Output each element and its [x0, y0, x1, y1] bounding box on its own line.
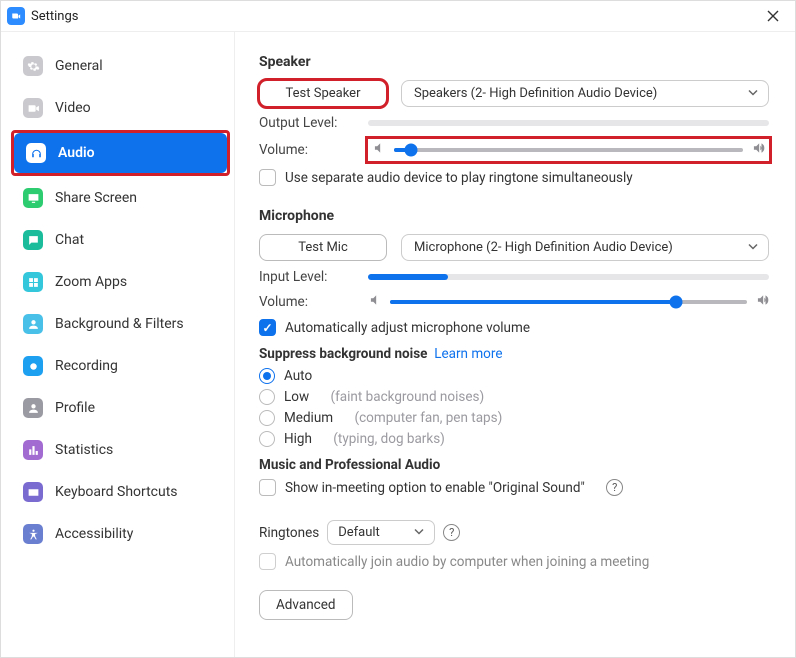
radio-icon — [259, 389, 275, 405]
sidebar-item-recording[interactable]: Recording — [11, 346, 230, 386]
volume-high-icon — [755, 293, 769, 311]
close-icon — [767, 10, 779, 22]
noise-option-hint: (faint background noises) — [330, 389, 484, 405]
noise-option-hint: (typing, dog barks) — [333, 431, 445, 447]
chevron-down-icon — [748, 86, 758, 101]
video-icon — [23, 98, 43, 118]
sidebar-item-statistics[interactable]: Statistics — [11, 430, 230, 470]
app-icon — [7, 7, 25, 25]
noise-option-label: Auto — [284, 368, 312, 384]
sidebar-item-label: Share Screen — [55, 190, 137, 206]
mic-volume-label: Volume: — [259, 294, 354, 310]
content-panel: Speaker Test Speaker Speakers (2- High D… — [235, 32, 795, 657]
volume-low-icon — [368, 293, 382, 311]
auto-join-audio-checkbox[interactable] — [259, 553, 276, 570]
stats-icon — [23, 440, 43, 460]
sidebar-item-label: Statistics — [55, 442, 113, 458]
apps-icon — [23, 272, 43, 292]
sidebar-item-label: Profile — [55, 400, 95, 416]
auto-join-audio-label: Automatically join audio by computer whe… — [285, 554, 649, 570]
test-mic-button[interactable]: Test Mic — [259, 234, 387, 261]
sidebar-item-general[interactable]: General — [11, 46, 230, 86]
volume-low-icon — [372, 141, 386, 159]
chevron-down-icon — [748, 240, 758, 255]
accessibility-icon — [23, 524, 43, 544]
user-filter-icon — [23, 314, 43, 334]
music-heading: Music and Professional Audio — [259, 457, 769, 473]
microphone-heading: Microphone — [259, 208, 769, 224]
noise-option-auto[interactable]: Auto — [259, 368, 769, 384]
sidebar-item-label: Keyboard Shortcuts — [55, 484, 178, 500]
mic-device-select[interactable]: Microphone (2- High Definition Audio Dev… — [401, 234, 769, 261]
speaker-device-value: Speakers (2- High Definition Audio Devic… — [414, 86, 657, 101]
sidebar-item-profile[interactable]: Profile — [11, 388, 230, 428]
sidebar-item-background[interactable]: Background & Filters — [11, 304, 230, 344]
original-sound-label: Show in-meeting option to enable "Origin… — [285, 480, 585, 496]
noise-heading: Suppress background noise — [259, 346, 427, 362]
chevron-down-icon — [414, 525, 424, 540]
sidebar-item-label: General — [55, 58, 103, 74]
sidebar-item-zoom-apps[interactable]: Zoom Apps — [11, 262, 230, 302]
noise-option-high[interactable]: High (typing, dog barks) — [259, 431, 769, 447]
sidebar-item-label: Audio — [58, 145, 95, 161]
sidebar: General Video Audio Share Screen Chat — [1, 32, 235, 657]
sidebar-item-label: Recording — [55, 358, 118, 374]
sidebar-item-chat[interactable]: Chat — [11, 220, 230, 260]
share-screen-icon — [23, 188, 43, 208]
noise-option-low[interactable]: Low (faint background noises) — [259, 389, 769, 405]
radio-icon — [259, 410, 275, 426]
record-icon — [23, 356, 43, 376]
output-level-label: Output Level: — [259, 115, 354, 131]
window-title: Settings — [31, 9, 78, 24]
auto-adjust-mic-label: Automatically adjust microphone volume — [285, 320, 530, 336]
sidebar-item-label: Chat — [55, 232, 84, 248]
help-icon[interactable]: ? — [606, 479, 623, 496]
close-button[interactable] — [759, 5, 787, 27]
speaker-volume-label: Volume: — [259, 142, 354, 158]
mic-volume-slider[interactable] — [368, 293, 769, 311]
sidebar-item-label: Zoom Apps — [55, 274, 127, 290]
speaker-device-select[interactable]: Speakers (2- High Definition Audio Devic… — [401, 80, 769, 107]
ringtone-select[interactable]: Default — [327, 520, 435, 545]
auto-adjust-mic-checkbox[interactable] — [259, 319, 276, 336]
sidebar-item-label: Accessibility — [55, 526, 133, 542]
noise-option-hint: (computer fan, pen taps) — [354, 410, 502, 426]
sidebar-item-keyboard[interactable]: Keyboard Shortcuts — [11, 472, 230, 512]
speaker-output-level — [368, 120, 769, 126]
speaker-volume-slider[interactable] — [368, 139, 769, 161]
learn-more-link[interactable]: Learn more — [434, 346, 502, 362]
keyboard-icon — [23, 482, 43, 502]
noise-option-label: Medium — [284, 410, 333, 426]
advanced-button[interactable]: Advanced — [259, 590, 353, 620]
separate-ringtone-checkbox[interactable] — [259, 169, 276, 186]
volume-high-icon — [751, 141, 765, 159]
profile-icon — [23, 398, 43, 418]
sidebar-item-label: Video — [55, 100, 91, 116]
radio-icon — [259, 431, 275, 447]
sidebar-item-audio[interactable]: Audio — [14, 133, 227, 173]
ringtone-value: Default — [338, 525, 380, 540]
sidebar-item-accessibility[interactable]: Accessibility — [11, 514, 230, 554]
radio-icon — [259, 368, 275, 384]
separate-ringtone-label: Use separate audio device to play ringto… — [285, 170, 633, 186]
ringtones-label: Ringtones — [259, 525, 319, 541]
noise-option-label: Low — [284, 389, 309, 405]
gear-icon — [23, 56, 43, 76]
test-speaker-button[interactable]: Test Speaker — [259, 80, 387, 107]
sidebar-item-video[interactable]: Video — [11, 88, 230, 128]
titlebar: Settings — [1, 1, 795, 32]
noise-option-label: High — [284, 431, 312, 447]
speaker-heading: Speaker — [259, 54, 769, 70]
mic-input-level — [368, 274, 769, 280]
input-level-label: Input Level: — [259, 269, 354, 285]
help-icon[interactable]: ? — [443, 524, 460, 541]
headphones-icon — [26, 143, 46, 163]
original-sound-checkbox[interactable] — [259, 479, 276, 496]
chat-icon — [23, 230, 43, 250]
sidebar-item-label: Background & Filters — [55, 316, 184, 332]
sidebar-item-share-screen[interactable]: Share Screen — [11, 178, 230, 218]
mic-device-value: Microphone (2- High Definition Audio Dev… — [414, 240, 673, 255]
noise-option-medium[interactable]: Medium (computer fan, pen taps) — [259, 410, 769, 426]
